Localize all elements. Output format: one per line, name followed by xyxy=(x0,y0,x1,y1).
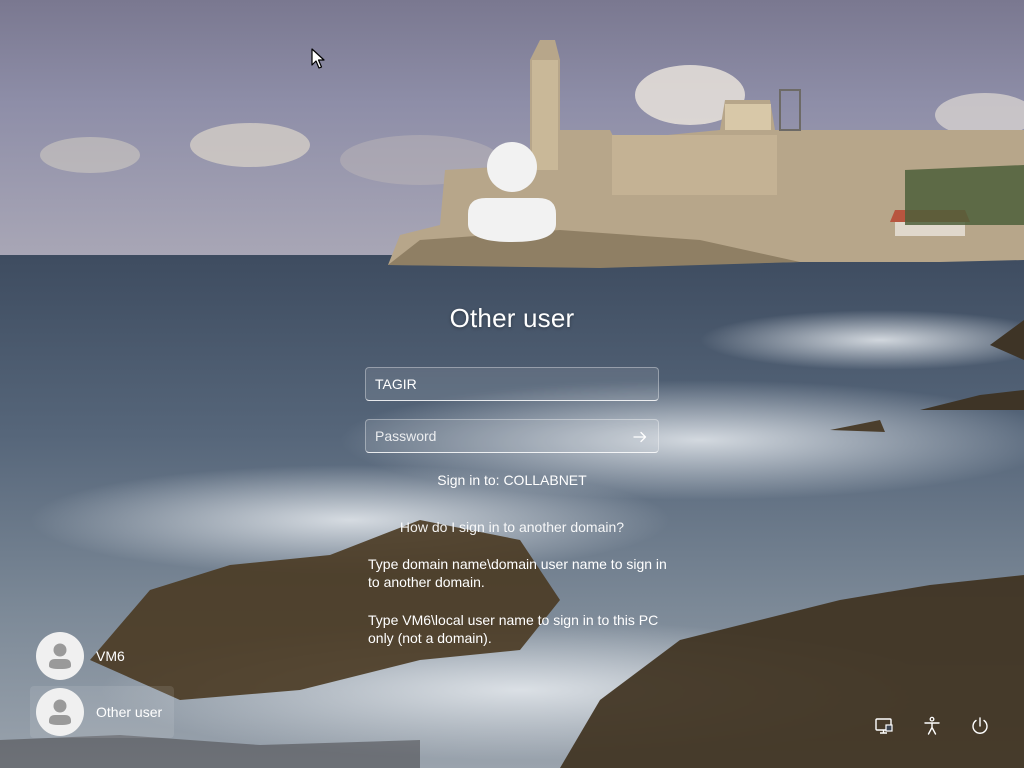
network-button[interactable] xyxy=(870,712,898,740)
accessibility-button[interactable] xyxy=(918,712,946,740)
arrow-right-icon[interactable] xyxy=(630,427,650,447)
accessibility-icon xyxy=(924,716,940,735)
mouse-cursor-icon xyxy=(311,48,327,70)
username-title: Other user xyxy=(449,303,575,333)
network-icon xyxy=(875,718,893,734)
password-field[interactable] xyxy=(365,419,659,453)
power-icon xyxy=(972,717,988,734)
username-field[interactable] xyxy=(365,367,659,401)
user-avatar-icon xyxy=(36,688,84,736)
user-tile-label: VM6 xyxy=(96,648,125,664)
user-avatar-icon xyxy=(36,632,84,680)
help-domain-link[interactable]: How do I sign in to another domain? xyxy=(312,519,712,535)
user-tile-vm6[interactable]: VM6 xyxy=(30,630,174,682)
username-input[interactable] xyxy=(366,368,658,400)
sign-in-domain-label: Sign in to: COLLABNET xyxy=(437,472,587,488)
help-text-domain: Type domain name\domain user name to sig… xyxy=(368,556,667,590)
help-text-local: Type VM6\local user name to sign in to t… xyxy=(368,612,659,646)
user-tile-label: Other user xyxy=(96,704,163,720)
user-tile-other-user[interactable]: Other user xyxy=(30,686,174,738)
power-button[interactable] xyxy=(966,712,994,740)
user-avatar-icon xyxy=(462,140,562,244)
password-input[interactable] xyxy=(366,420,658,452)
